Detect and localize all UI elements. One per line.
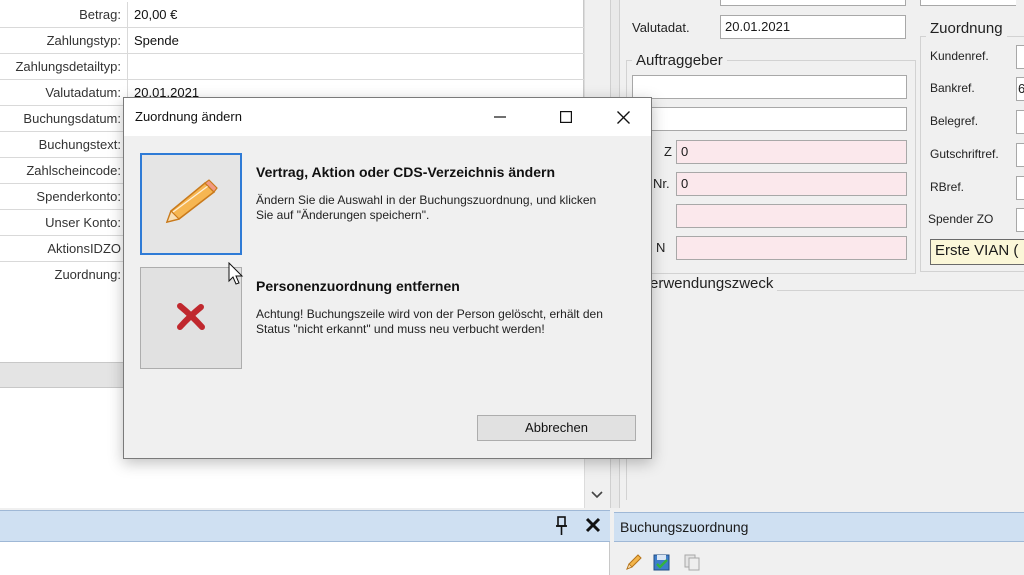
valutadat-field[interactable]: 20.01.2021 [720, 15, 906, 39]
mouse-cursor-icon [228, 261, 244, 286]
kundenref-field[interactable] [1016, 45, 1024, 69]
auftraggeber-address-field[interactable] [632, 107, 907, 131]
remove-person-assignment-button[interactable] [140, 267, 242, 369]
pink-field-1[interactable]: 0 [676, 140, 907, 164]
verwendungszweck-title: erwendungszweck [646, 275, 778, 292]
grid-row-label: Zuordnung: [0, 262, 128, 287]
zuordnung-dialog: Zuordnung ändern Vertrag, Aktion oder CD… [123, 97, 652, 459]
belegref-label: Belegref. [930, 114, 979, 128]
option2-title: Personenzuordnung entfernen [256, 278, 460, 294]
bankref-field[interactable]: 6 [1016, 77, 1024, 101]
grid-row-label: Buchungsdatum: [0, 106, 128, 131]
grid-row-label: Valutadatum: [0, 80, 128, 105]
gutschriftref-field[interactable] [1016, 143, 1024, 167]
grid-row[interactable]: Zahlungstyp: Spende [0, 28, 584, 54]
top-field-partial[interactable] [720, 0, 906, 6]
valutadat-label: Valutadat. [632, 20, 690, 35]
grid-row-label: Betrag: [0, 2, 128, 27]
save-check-icon[interactable] [652, 552, 672, 572]
erste-vian-field[interactable]: Erste VIAN ( [930, 239, 1024, 265]
auftraggeber-title: Auftraggeber [632, 52, 727, 69]
grid-row-value: Spende [134, 33, 179, 48]
pencil-icon [161, 178, 221, 231]
option1-description: Ändern Sie die Auswahl in der Buchungszu… [256, 193, 597, 222]
close-dialog-button[interactable] [600, 98, 646, 136]
field-label-partial: Nr. [653, 176, 670, 191]
maximize-button[interactable] [543, 98, 589, 136]
change-assignment-button[interactable] [140, 153, 242, 255]
option1-title: Vertrag, Aktion oder CDS-Verzeichnis änd… [256, 164, 556, 180]
dialog-title: Zuordnung ändern [135, 109, 242, 124]
minimize-button[interactable] [477, 98, 523, 136]
close-panel-icon[interactable] [584, 516, 602, 536]
scroll-down-chevron-icon[interactable] [588, 486, 606, 504]
edit-pencil-icon[interactable] [624, 552, 644, 572]
belegref-field[interactable] [1016, 110, 1024, 134]
buchungszuordnung-toolbar [614, 542, 1024, 575]
kundenref-label: Kundenref. [930, 49, 989, 63]
booking-form-panel: Valutadat. 20.01.2021 Auftraggeber Z 0 N… [620, 0, 1024, 508]
grid-row[interactable]: Betrag: 20,00 € [0, 2, 584, 28]
pin-icon[interactable] [554, 515, 570, 537]
pink-field-2[interactable]: 0 [676, 172, 907, 196]
grid-row-label: Zahlungsdetailtyp: [0, 54, 128, 79]
gutschriftref-label: Gutschriftref. [930, 147, 999, 161]
grid-row-label: Zahlungstyp: [0, 28, 128, 53]
grid-row-label: Buchungstext: [0, 132, 128, 157]
field-label-partial: N [656, 240, 666, 255]
dialog-titlebar[interactable]: Zuordnung ändern [124, 98, 651, 136]
auftraggeber-name-field[interactable] [632, 75, 907, 99]
grid-row[interactable]: Zahlungsdetailtyp: [0, 54, 584, 80]
bottom-panel-header [0, 510, 610, 542]
pink-field-iban[interactable] [676, 236, 907, 260]
top-right-field-partial[interactable] [920, 0, 1016, 6]
grid-row-label: AktionsIDZO [0, 236, 128, 261]
rbref-label: RBref. [930, 180, 965, 194]
cancel-button[interactable]: Abbrechen [477, 415, 636, 441]
grid-row-label: Spenderkonto: [0, 184, 128, 209]
pink-field-3[interactable] [676, 204, 907, 228]
zuordnung-title: Zuordnung [926, 20, 1007, 37]
field-label-partial: Z [664, 144, 672, 159]
rbref-field[interactable] [1016, 176, 1024, 200]
grid-row-value: 20,00 € [134, 7, 178, 22]
bankref-label: Bankref. [930, 81, 975, 95]
bottom-panel-content [0, 542, 610, 575]
verwendungszweck-group [626, 290, 1024, 500]
spender-zo-field[interactable] [1016, 208, 1024, 232]
grid-row-label: Unser Konto: [0, 210, 128, 235]
delete-x-icon [176, 302, 206, 334]
buchungszuordnung-panel-title: Buchungszuordnung [614, 512, 1024, 542]
option2-description: Achtung! Buchungszeile wird von der Pers… [256, 307, 603, 336]
copy-disabled-icon[interactable] [682, 552, 702, 572]
spender-zo-label: Spender ZO [928, 212, 994, 226]
grid-row-label: Zahlscheincode: [0, 158, 128, 183]
